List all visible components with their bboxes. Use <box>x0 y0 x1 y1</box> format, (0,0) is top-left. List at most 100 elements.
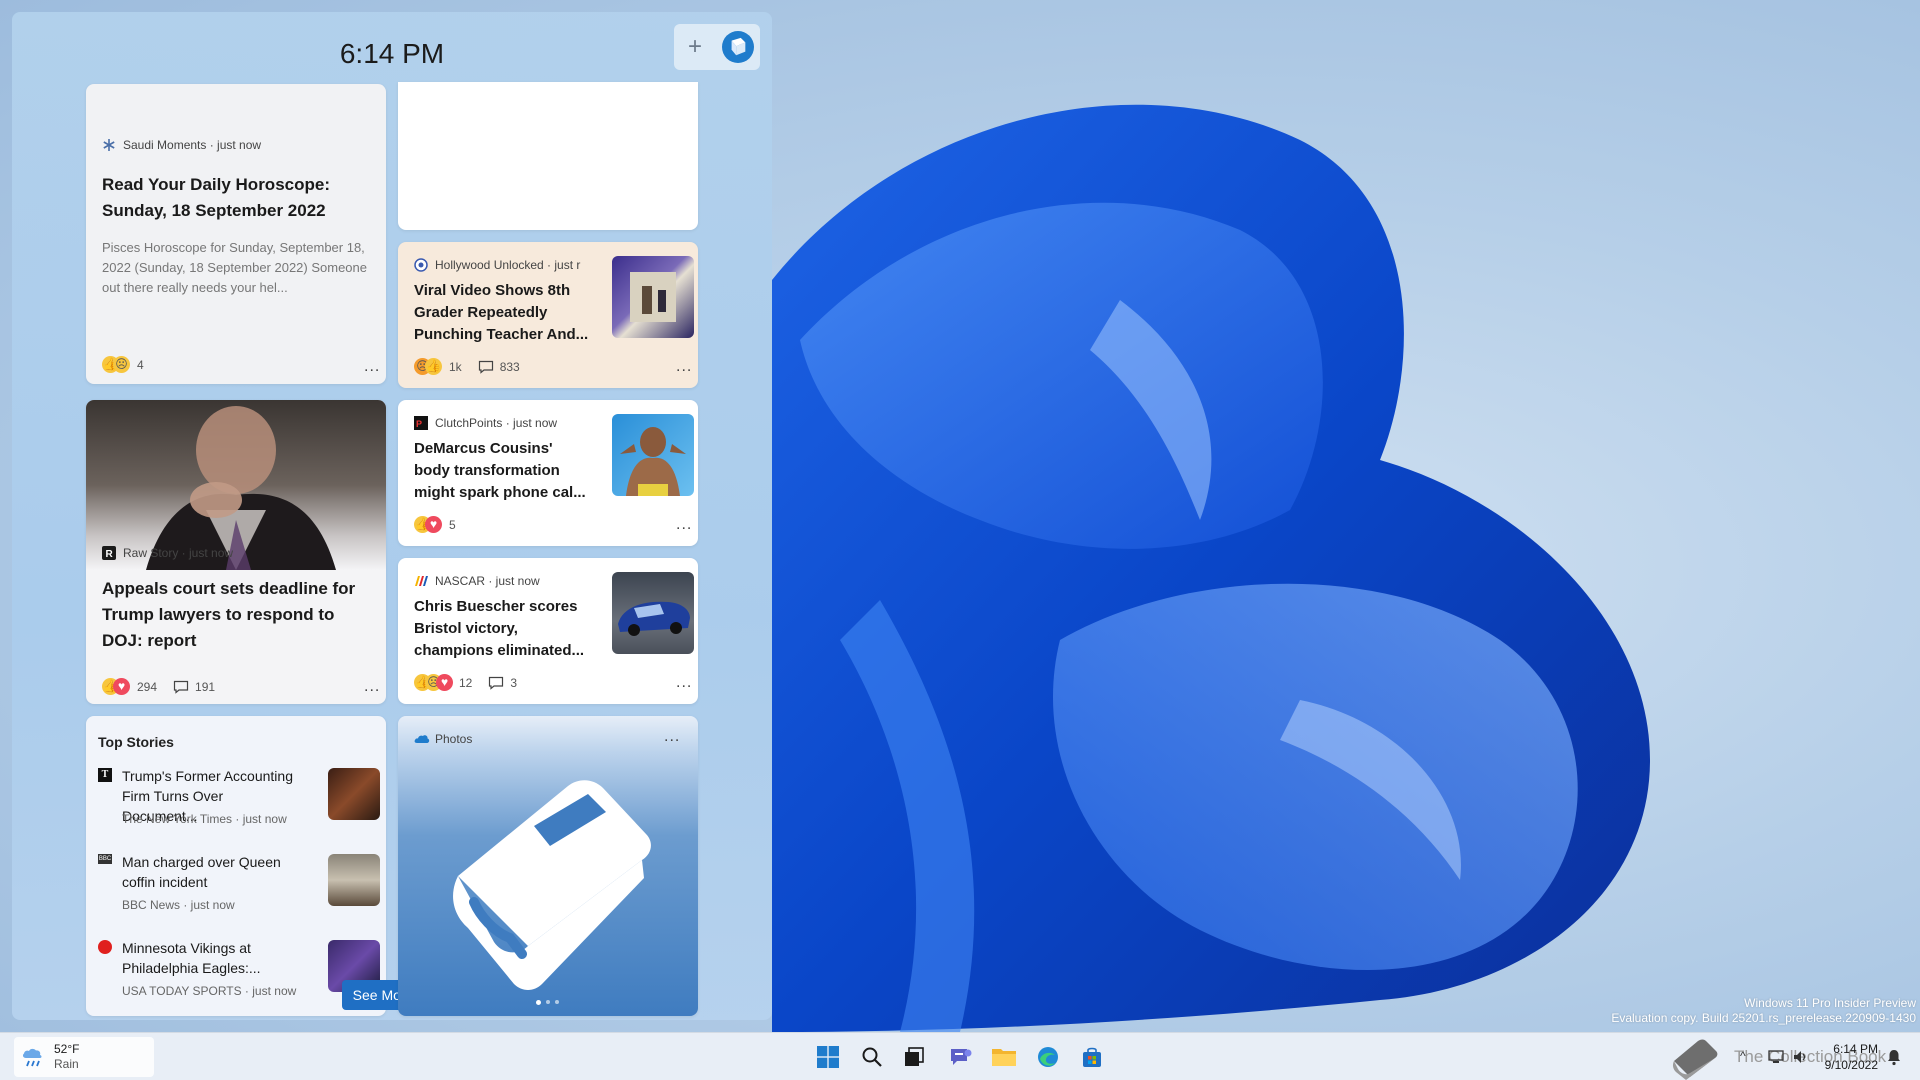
more-options-button[interactable]: ... <box>676 517 692 533</box>
card-hero-image <box>86 400 386 570</box>
nyt-logo: T <box>98 768 112 782</box>
hollywood-unlocked-logo <box>414 258 428 272</box>
windows-logo-icon <box>817 1046 839 1068</box>
news-card-nascar[interactable]: NASCAR · just now Chris Buescher scores … <box>398 558 698 704</box>
page-dot-active[interactable] <box>536 1000 541 1005</box>
photos-title: Photos <box>435 732 473 746</box>
news-card-viral-video[interactable]: Hollywood Unlocked · just r Viral Video … <box>398 242 698 388</box>
more-options-button[interactable]: ... <box>676 359 692 375</box>
top-story-item[interactable]: BBC Man charged over Queen coffin incide… <box>98 852 382 922</box>
card-source-text: Raw Story · just now <box>123 546 234 560</box>
comments[interactable]: 191 <box>173 680 215 694</box>
edge-icon <box>1038 1047 1058 1067</box>
news-card-demarcus-cousins[interactable]: P ClutchPoints · just now DeMarcus Cousi… <box>398 400 698 546</box>
comments[interactable]: 833 <box>478 360 520 374</box>
volume-icon[interactable] <box>1792 1049 1808 1065</box>
heart-icon: ♥ <box>113 678 130 695</box>
board-clock: 6:14 PM <box>339 38 445 69</box>
clock-date: 9/10/2022 <box>1824 1058 1878 1072</box>
clock-time: 6:14 PM <box>1833 1042 1878 1056</box>
store-icon <box>1083 1047 1101 1067</box>
card-reactions: 👍 ☹ ♥ 12 3 <box>414 674 517 692</box>
comment-count: 191 <box>195 680 216 694</box>
teams-chat-button[interactable] <box>944 1041 976 1073</box>
blank-card <box>398 82 698 230</box>
svg-text:R: R <box>106 549 114 560</box>
chevron-up-icon[interactable]: ^ <box>1740 1049 1746 1063</box>
top-story-meta: USA TODAY SPORTS · just now <box>122 984 297 998</box>
weather-text: 52°F Rain <box>54 1042 79 1072</box>
comment-count: 3 <box>510 676 518 690</box>
search-icon <box>862 1047 882 1067</box>
card-title[interactable]: Chris Buescher scores Bristol victory, c… <box>414 596 592 662</box>
card-source: Hollywood Unlocked · just r <box>414 258 584 272</box>
edge-browser-button[interactable] <box>1032 1041 1064 1073</box>
widgets-board: 6:14 PM + Saudi Moments · just now Read … <box>12 12 772 1020</box>
reaction-count: 5 <box>449 518 456 532</box>
more-options-button[interactable]: ... <box>364 359 380 375</box>
more-options-button[interactable]: ... <box>364 679 380 695</box>
usa-today-logo <box>98 940 112 954</box>
more-options-button[interactable]: ... <box>664 729 680 745</box>
pagination-dots[interactable] <box>536 1000 559 1005</box>
top-story-thumbnail <box>328 854 380 906</box>
reaction-count: 1k <box>449 360 462 374</box>
book-icon <box>453 780 651 990</box>
card-title[interactable]: Read Your Daily Horoscope: Sunday, 18 Se… <box>102 172 370 224</box>
top-story-title: Man charged over Queen coffin incident <box>122 854 281 890</box>
top-story-meta: The New York Times · just now <box>122 812 287 826</box>
card-title[interactable]: Viral Video Shows 8th Grader Repeatedly … <box>414 280 592 346</box>
card-source: R Raw Story · just now <box>102 546 233 560</box>
file-explorer-button[interactable] <box>988 1041 1020 1073</box>
top-story-item[interactable]: T Trump's Former Accounting Firm Turns O… <box>98 766 382 836</box>
start-button[interactable] <box>812 1041 844 1073</box>
heart-icon: ♥ <box>436 674 453 691</box>
thumbs-up-icon: 👍 <box>425 358 442 375</box>
onedrive-cloud-icon <box>414 732 430 746</box>
microsoft-store-button[interactable] <box>1076 1041 1108 1073</box>
system-tray: The Collection Book ^ <box>1668 1033 1920 1080</box>
card-source-text: NASCAR · just now <box>435 574 540 588</box>
top-stories-widget: Top Stories T Trump's Former Accounting … <box>86 716 386 1016</box>
top-story-item[interactable]: Minnesota Vikings at Philadelphia Eagles… <box>98 938 382 1008</box>
book-icon <box>1672 1039 1718 1080</box>
comment-icon <box>478 360 493 374</box>
search-button[interactable] <box>856 1041 888 1073</box>
weather-widget-button[interactable]: 52°F Rain <box>14 1037 154 1077</box>
more-options-button[interactable]: ... <box>676 675 692 691</box>
photos-widget[interactable]: Photos ... <box>398 716 698 1016</box>
card-snippet: Pisces Horoscope for Sunday, September 1… <box>102 240 367 295</box>
rain-cloud-icon <box>22 1048 42 1067</box>
profile-avatar[interactable] <box>722 31 754 63</box>
news-card-appeals-court[interactable]: R Raw Story · just now Appeals court set… <box>86 400 386 704</box>
board-actions: + <box>674 24 760 70</box>
page-dot[interactable] <box>546 1000 550 1004</box>
clutchpoints-logo: P <box>414 416 428 430</box>
card-title[interactable]: Appeals court sets deadline for Trump la… <box>102 576 372 654</box>
notification-bell-icon[interactable] <box>1886 1048 1902 1066</box>
taskbar: 52°F Rain The Collection Book ^ 6:14 PM … <box>0 1032 1920 1080</box>
page-dot[interactable] <box>555 1000 559 1004</box>
news-card-horoscope[interactable]: Saudi Moments · just now Read Your Daily… <box>86 84 386 384</box>
card-source-text: Saudi Moments · just now <box>123 138 262 152</box>
network-icon[interactable] <box>1768 1049 1784 1065</box>
card-source-text: ClutchPoints · just now <box>435 416 558 430</box>
taskbar-clock[interactable]: 6:14 PM 9/10/2022 <box>1825 1041 1878 1073</box>
task-view-button[interactable] <box>898 1041 930 1073</box>
reaction-count: 4 <box>137 358 144 372</box>
comments[interactable]: 3 <box>488 676 517 690</box>
reaction-icons: ☹ 👍 <box>414 358 444 376</box>
top-stories-heading: Top Stories <box>98 734 174 750</box>
card-thumbnail <box>612 572 694 654</box>
reaction-icons: 👍 ♥ <box>102 678 132 696</box>
comment-icon <box>489 676 504 690</box>
book-icon <box>731 37 746 56</box>
svg-text:P: P <box>416 419 422 429</box>
weather-condition: Rain <box>54 1057 79 1071</box>
reaction-count: 12 <box>459 676 473 690</box>
add-widget-button[interactable]: + <box>680 32 710 62</box>
comment-count: 833 <box>499 360 520 374</box>
card-reactions: ☹ 👍 1k 833 <box>414 358 520 376</box>
card-title[interactable]: DeMarcus Cousins' body transformation mi… <box>414 438 592 504</box>
top-story-thumbnail <box>328 768 380 820</box>
